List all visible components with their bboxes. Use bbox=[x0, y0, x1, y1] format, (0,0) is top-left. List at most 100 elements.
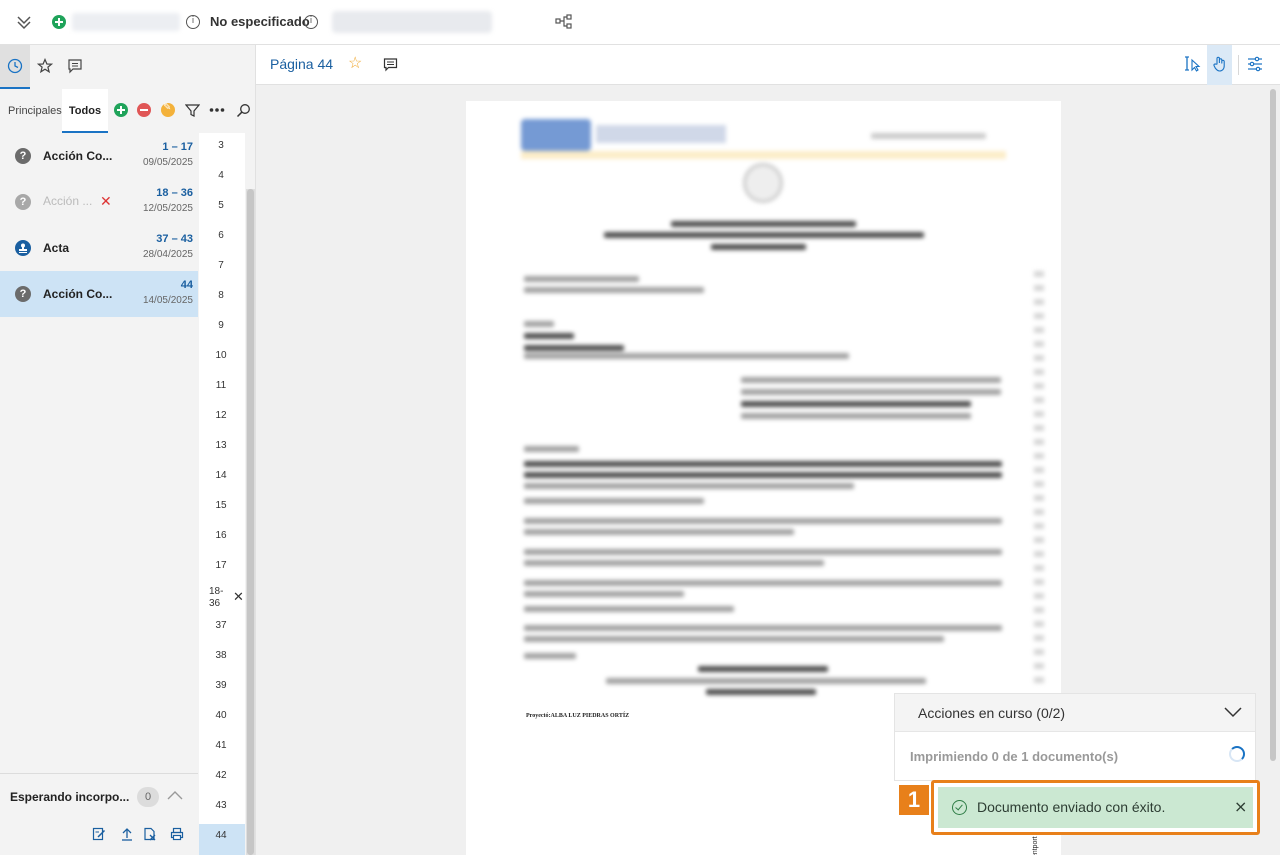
comment-icon[interactable] bbox=[383, 57, 398, 72]
document-name: Acción Co... bbox=[43, 287, 113, 301]
page-number[interactable]: 9 bbox=[199, 320, 245, 331]
tab-comments[interactable] bbox=[60, 45, 90, 89]
page-number[interactable]: 5 bbox=[199, 200, 245, 211]
list-item[interactable]: ? Acción ... ✕ 18 – 36 12/05/2025 bbox=[0, 179, 198, 225]
page-number[interactable]: 3 bbox=[199, 140, 245, 151]
stamp-icon bbox=[15, 240, 31, 256]
document-date: 09/05/2025 bbox=[142, 157, 193, 168]
sliders-settings-icon[interactable] bbox=[1246, 55, 1264, 73]
status-label: No especificado bbox=[210, 14, 310, 29]
top-bar: i No especificado i bbox=[0, 0, 1280, 45]
question-icon: ? bbox=[15, 286, 31, 302]
document-name: Acta bbox=[43, 241, 70, 255]
list-item[interactable]: ? Acción Co... 1 – 17 09/05/2025 bbox=[0, 133, 198, 179]
page-range: 18 – 36 bbox=[156, 187, 193, 199]
info-icon[interactable]: i bbox=[186, 15, 200, 29]
page-number[interactable]: 18- 36 bbox=[209, 586, 229, 610]
vertical-margin-text: mentport bbox=[1032, 836, 1039, 855]
bottom-toolbar bbox=[0, 815, 198, 855]
page-number[interactable]: 13 bbox=[199, 440, 245, 451]
document-footer-text: Proyectó:ALBA LUZ PIEDRAS ORTÍZ bbox=[526, 713, 630, 719]
add-document-icon[interactable] bbox=[114, 103, 128, 117]
list-item-selected[interactable]: ? Acción Co... 44 14/05/2025 bbox=[0, 271, 198, 317]
tab-favorites[interactable] bbox=[30, 45, 60, 89]
search-icon[interactable] bbox=[236, 103, 251, 118]
edit-document-icon[interactable] bbox=[161, 102, 175, 117]
page-number[interactable]: 43 bbox=[199, 800, 245, 811]
tree-structure-icon[interactable] bbox=[555, 13, 573, 31]
page-number[interactable]: 7 bbox=[199, 260, 245, 271]
page-range: 37 – 43 bbox=[156, 233, 193, 245]
left-panel-tabs bbox=[0, 45, 256, 89]
actions-panel-title: Acciones en curso (0/2) bbox=[918, 705, 1066, 721]
toast-highlight-frame: Documento enviado con éxito. × bbox=[931, 780, 1260, 835]
toast-message: Documento enviado con éxito. bbox=[977, 799, 1166, 815]
clock-icon bbox=[7, 58, 23, 74]
page-number[interactable]: 41 bbox=[199, 740, 245, 751]
close-icon[interactable]: × bbox=[1234, 797, 1247, 816]
document-date: 14/05/2025 bbox=[142, 295, 193, 306]
question-icon: ? bbox=[15, 194, 31, 210]
chevron-down-icon[interactable] bbox=[1223, 704, 1243, 720]
removed-x-icon: ✕ bbox=[100, 193, 112, 209]
page-range: 44 bbox=[180, 279, 193, 291]
page-number[interactable]: 40 bbox=[199, 710, 245, 721]
page-number[interactable]: 8 bbox=[199, 290, 245, 301]
document-name: Acción ... bbox=[43, 194, 93, 208]
left-scrollbar[interactable] bbox=[246, 189, 255, 855]
page-number[interactable]: 38 bbox=[199, 650, 245, 661]
edit-document-icon[interactable] bbox=[92, 827, 106, 841]
text-select-cursor-icon[interactable] bbox=[1184, 55, 1202, 73]
page-number[interactable]: 4 bbox=[199, 170, 245, 181]
success-toast: Documento enviado con éxito. × bbox=[938, 787, 1253, 828]
remove-range-x-icon[interactable]: ✕ bbox=[233, 589, 244, 605]
chevrons-down-icon[interactable] bbox=[14, 12, 34, 32]
tab-todos[interactable]: Todos bbox=[62, 89, 108, 133]
page-number[interactable]: 11 bbox=[199, 380, 245, 391]
filter-row: Principales Todos bbox=[0, 89, 256, 133]
tab-recent[interactable] bbox=[0, 45, 30, 89]
list-item[interactable]: Acta 37 – 43 28/04/2025 bbox=[0, 225, 198, 271]
left-panel: Principales Todos ? Acción Co... 1 – 17 … bbox=[0, 45, 256, 855]
redacted-field bbox=[72, 13, 180, 31]
page-number[interactable]: 14 bbox=[199, 470, 245, 481]
tab-principales[interactable]: Principales bbox=[8, 89, 62, 133]
page-title: Página 44 bbox=[270, 56, 334, 72]
add-circle-icon[interactable] bbox=[52, 15, 66, 29]
viewer-header: Página 44 ☆ bbox=[256, 45, 1280, 85]
page-number[interactable]: 39 bbox=[199, 680, 245, 691]
favorite-star-icon[interactable]: ☆ bbox=[348, 53, 362, 73]
page-number[interactable]: 44 bbox=[199, 830, 245, 841]
print-status-text: Imprimiendo 0 de 1 documento(s) bbox=[910, 749, 1119, 764]
remove-document-icon[interactable] bbox=[137, 103, 151, 117]
page-number[interactable]: 16 bbox=[199, 530, 245, 541]
page-number[interactable]: 10 bbox=[199, 350, 245, 361]
actions-panel-header[interactable]: Acciones en curso (0/2) bbox=[895, 694, 1255, 732]
step-badge: 1 bbox=[899, 785, 929, 815]
upload-icon[interactable] bbox=[120, 827, 134, 841]
chevron-up-icon[interactable] bbox=[166, 789, 184, 801]
document-date: 28/04/2025 bbox=[142, 249, 193, 260]
hand-pan-icon[interactable] bbox=[1211, 55, 1229, 73]
more-options-icon[interactable] bbox=[209, 107, 225, 113]
filter-icon[interactable] bbox=[185, 103, 200, 118]
viewer-scrollbar[interactable] bbox=[1269, 85, 1277, 855]
check-circle-icon bbox=[952, 800, 967, 815]
actions-in-progress-panel: Acciones en curso (0/2) Imprimiendo 0 de… bbox=[894, 693, 1256, 781]
star-icon bbox=[37, 58, 53, 74]
print-icon[interactable] bbox=[170, 827, 184, 841]
page-number[interactable]: 6 bbox=[199, 230, 245, 241]
waiting-section[interactable]: Esperando incorpo... 0 bbox=[0, 773, 198, 815]
document-list: ? Acción Co... 1 – 17 09/05/2025 ? Acció… bbox=[0, 133, 198, 317]
page-number[interactable]: 15 bbox=[199, 500, 245, 511]
info-icon[interactable]: i bbox=[304, 15, 318, 29]
page-number[interactable]: 42 bbox=[199, 770, 245, 781]
document-name: Acción Co... bbox=[43, 149, 113, 163]
page-number[interactable]: 17 bbox=[199, 560, 245, 571]
blurred-document-content bbox=[466, 101, 1061, 701]
document-remove-icon[interactable] bbox=[143, 827, 157, 841]
page-number[interactable]: 12 bbox=[199, 410, 245, 421]
page-number[interactable]: 37 bbox=[199, 620, 245, 631]
redacted-field bbox=[332, 11, 492, 33]
loading-spinner-icon bbox=[1229, 746, 1245, 762]
